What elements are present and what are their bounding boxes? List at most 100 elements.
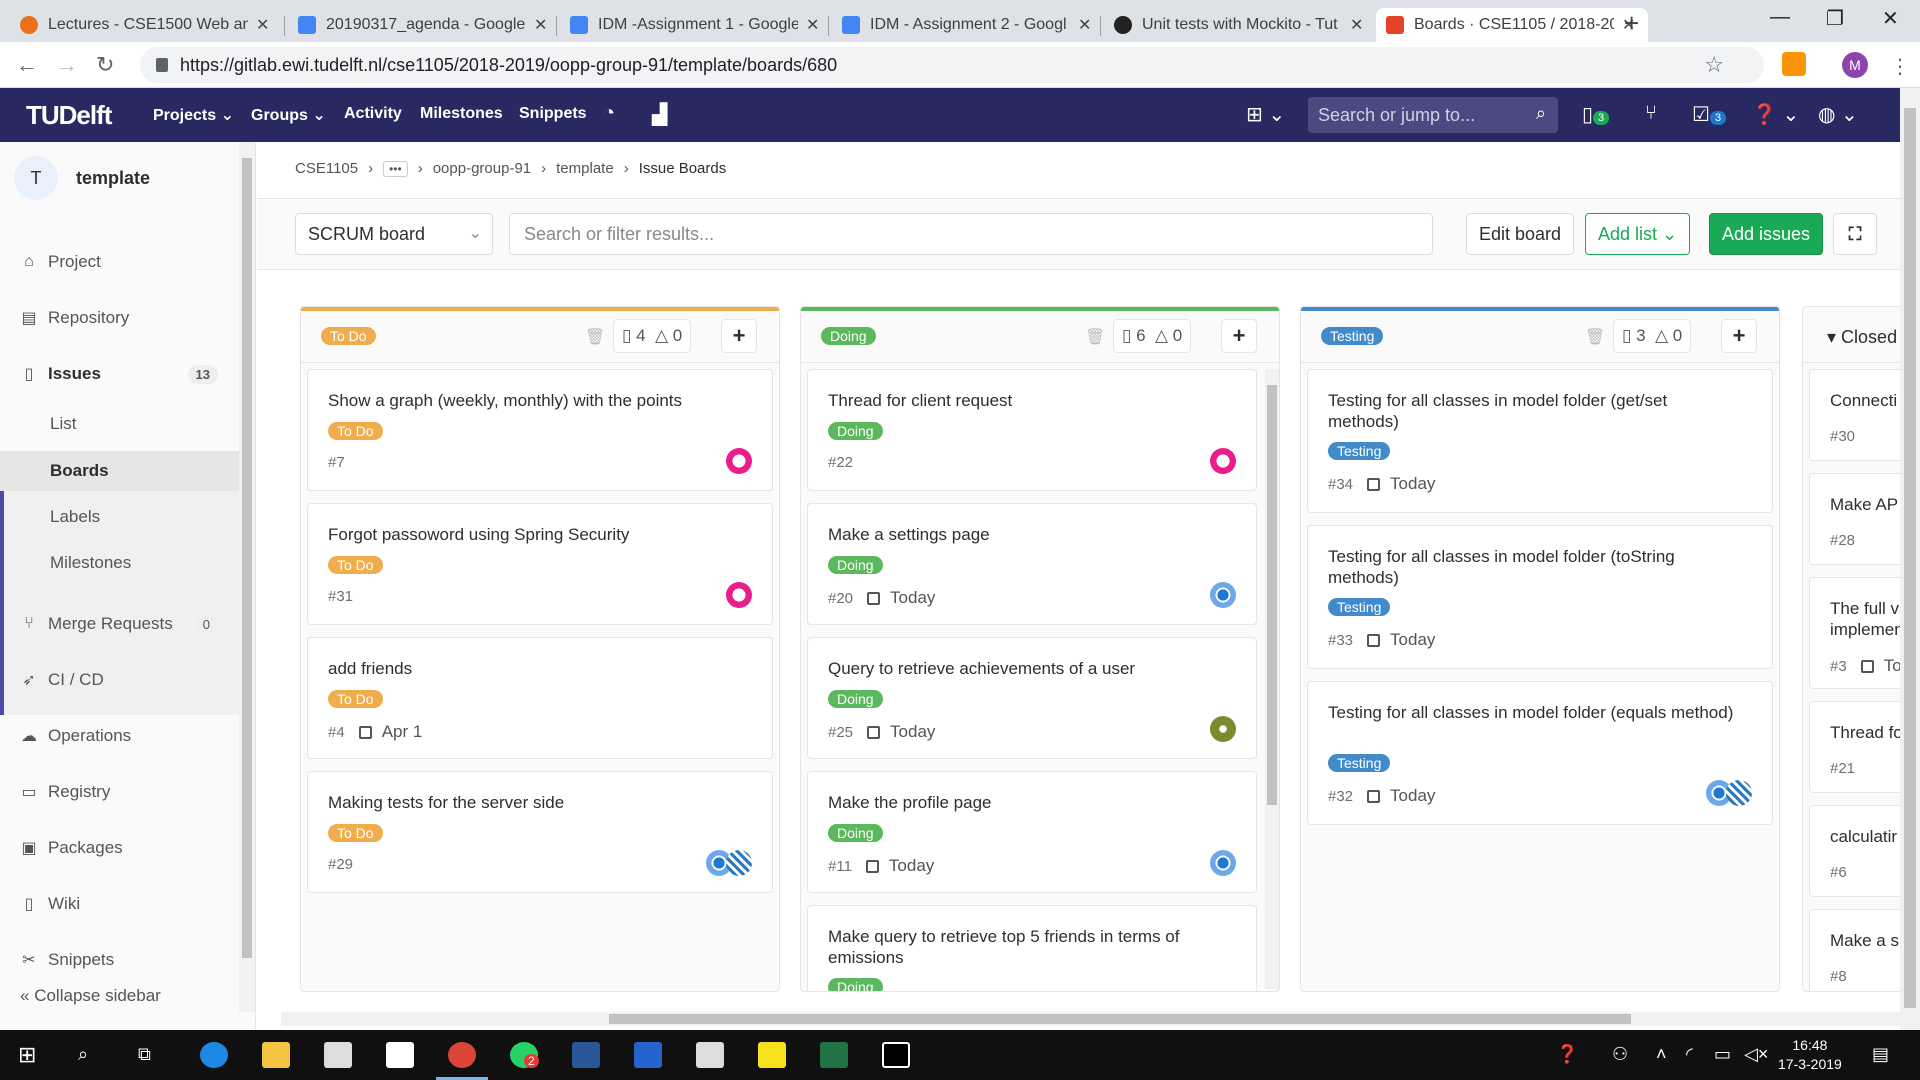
excel-icon[interactable] <box>820 1042 848 1068</box>
word-icon[interactable] <box>572 1042 600 1068</box>
system-clock[interactable]: 16:48 17-3-2019 <box>1778 1036 1842 1074</box>
nav-milestones[interactable]: Milestones <box>420 105 503 123</box>
reload-icon[interactable]: ↻ <box>96 52 114 78</box>
maximize-icon[interactable]: ❐ <box>1826 6 1844 31</box>
new-issue-button[interactable]: + <box>1221 319 1257 353</box>
minimize-icon[interactable]: — <box>1770 6 1790 29</box>
issue-title[interactable]: Testing for all classes in model folder … <box>1328 546 1738 588</box>
issue-card[interactable]: Thread for client request Doing #22 <box>807 369 1257 491</box>
people-icon[interactable]: ⚇ <box>1612 1044 1628 1065</box>
sidebar-item-packages[interactable]: ▣ Packages <box>0 828 240 868</box>
back-icon[interactable]: ← <box>16 52 38 78</box>
issue-title[interactable]: calculatir <box>1830 826 1897 847</box>
issue-card[interactable]: Make the profile page Doing #11 Today <box>807 771 1257 893</box>
browser-tab[interactable]: IDM - Assignment 2 - Googl ✕ <box>832 8 1101 42</box>
issue-title[interactable]: Testing for all classes in model folder … <box>1328 390 1738 432</box>
sidebar-item-wiki[interactable]: ▯ Wiki <box>0 884 240 924</box>
issue-card[interactable]: Forgot passoword using Spring Security T… <box>307 503 773 625</box>
issue-title[interactable]: Make a s <box>1830 930 1899 951</box>
chart-icon[interactable]: ▟ <box>652 102 667 127</box>
intellij-icon[interactable] <box>882 1042 910 1068</box>
trash-icon[interactable]: 🗑 <box>585 327 605 347</box>
assignee-avatar[interactable] <box>1210 582 1236 608</box>
browser-tab-active[interactable]: Boards · CSE1105 / 2018-201 ✕ <box>1376 8 1648 42</box>
assignee-avatar[interactable] <box>1210 448 1236 474</box>
help-icon[interactable]: ❓ ⌄ <box>1752 102 1799 127</box>
sidebar-item-project[interactable]: ⌂ Project <box>0 242 240 282</box>
assignee-avatar[interactable] <box>1726 780 1752 806</box>
trash-icon[interactable]: 🗑 <box>1085 327 1105 347</box>
issue-title[interactable]: add friends <box>328 658 412 679</box>
issue-card[interactable]: Testing for all classes in model folder … <box>1307 525 1773 669</box>
chrome-icon[interactable] <box>448 1042 476 1068</box>
browser-tab[interactable]: Lectures - CSE1500 Web and ✕ <box>10 8 279 42</box>
close-icon[interactable]: ✕ <box>1350 15 1363 35</box>
assignee-avatar[interactable] <box>726 582 752 608</box>
nav-groups[interactable]: Groups ⌄ <box>251 105 326 125</box>
issue-card[interactable]: Query to retrieve achievements of a user… <box>807 637 1257 759</box>
new-issue-button[interactable]: + <box>721 319 757 353</box>
new-issue-button[interactable]: + <box>1721 319 1757 353</box>
menu-icon[interactable]: ⋮ <box>1890 54 1910 79</box>
merge-request-icon[interactable]: ⑂ <box>1645 102 1657 125</box>
sticky-notes-icon[interactable] <box>758 1042 786 1068</box>
issue-label[interactable]: Doing <box>828 556 883 574</box>
issue-label[interactable]: To Do <box>328 422 383 440</box>
issue-label[interactable]: Doing <box>828 422 883 440</box>
list-label[interactable]: Doing <box>821 327 876 345</box>
edge-icon[interactable] <box>200 1042 228 1068</box>
sidebar-item-ci-cd[interactable]: ➶ CI / CD <box>0 660 240 700</box>
issue-card[interactable]: Make AP #28 <box>1809 473 1900 565</box>
issue-card[interactable]: add friends To Do #4 Apr 1 <box>307 637 773 759</box>
issue-title[interactable]: Connecti <box>1830 390 1897 411</box>
project-header[interactable]: T template <box>14 156 150 200</box>
issue-card[interactable]: Making tests for the server side To Do #… <box>307 771 773 893</box>
issue-title[interactable]: Query to retrieve achievements of a user <box>828 658 1135 679</box>
sidebar-item-merge-requests[interactable]: ⑂ Merge Requests 0 <box>0 604 240 644</box>
notepad-icon[interactable] <box>696 1042 724 1068</box>
issue-label[interactable]: To Do <box>328 556 383 574</box>
mail-icon[interactable] <box>386 1042 414 1068</box>
browser-tab[interactable]: IDM -Assignment 1 - Google ✕ <box>560 8 829 42</box>
assignee-avatar[interactable] <box>1210 716 1236 742</box>
add-list-button[interactable]: Add list ⌄ <box>1585 213 1691 255</box>
list-scrollbar[interactable] <box>1265 369 1279 989</box>
sidebar-item-list[interactable]: List <box>0 404 240 444</box>
issue-card[interactable]: Testing for all classes in model folder … <box>1307 369 1773 513</box>
sidebar-scrollbar[interactable] <box>239 142 255 1012</box>
new-tab-button[interactable]: + <box>1624 8 1639 39</box>
issue-label[interactable]: To Do <box>328 690 383 708</box>
issue-card[interactable]: Make a settings page Doing #20 Today <box>807 503 1257 625</box>
action-center-icon[interactable]: ▤ <box>1872 1044 1889 1065</box>
board-horizontal-scrollbar[interactable] <box>281 1012 1900 1026</box>
help-tray-icon[interactable]: ❓ <box>1556 1044 1578 1065</box>
chevron-up-icon[interactable]: ˄ <box>1656 1044 1667 1065</box>
user-avatar-icon[interactable]: ◍ ⌄ <box>1818 102 1858 127</box>
issue-label[interactable]: Doing <box>828 824 883 842</box>
breadcrumb-link[interactable]: CSE1105 <box>295 160 358 177</box>
issue-label[interactable]: Testing <box>1328 754 1391 772</box>
issue-title[interactable]: Thread for client request <box>828 390 1012 411</box>
extension-icon[interactable] <box>1782 52 1806 76</box>
fullscreen-icon[interactable]: ⛶ <box>1833 213 1877 255</box>
issue-card[interactable]: The full v implemen #3 To <box>1809 577 1900 689</box>
browser-tab[interactable]: 20190317_agenda - Google D ✕ <box>288 8 557 42</box>
issue-card[interactable]: Show a graph (weekly, monthly) with the … <box>307 369 773 491</box>
sidebar-item-milestones[interactable]: Milestones <box>0 543 240 583</box>
issue-card[interactable]: Make query to retrieve top 5 friends in … <box>807 905 1257 991</box>
issue-title[interactable]: Make the profile page <box>828 792 992 813</box>
issue-card[interactable]: Thread fo #21 <box>1809 701 1900 793</box>
store-icon[interactable] <box>324 1042 352 1068</box>
sidebar-item-registry[interactable]: ▭ Registry <box>0 772 240 812</box>
plus-square-icon[interactable]: ⊞ ⌄ <box>1246 102 1285 127</box>
windows-start-icon[interactable]: ⊞ <box>18 1042 36 1068</box>
filter-search-input[interactable]: Search or filter results... <box>509 213 1433 255</box>
breadcrumb-expand-button[interactable]: ••• <box>383 160 408 177</box>
issue-title[interactable]: Making tests for the server side <box>328 792 564 813</box>
star-icon[interactable]: ☆ <box>1704 52 1724 78</box>
issue-label[interactable]: To Do <box>328 824 383 842</box>
page-scrollbar[interactable] <box>1900 88 1920 1030</box>
browser-tab[interactable]: Unit tests with Mockito - Tut ✕ <box>1104 8 1373 42</box>
add-issues-button[interactable]: Add issues <box>1709 213 1824 255</box>
avatar[interactable]: M <box>1842 52 1868 78</box>
